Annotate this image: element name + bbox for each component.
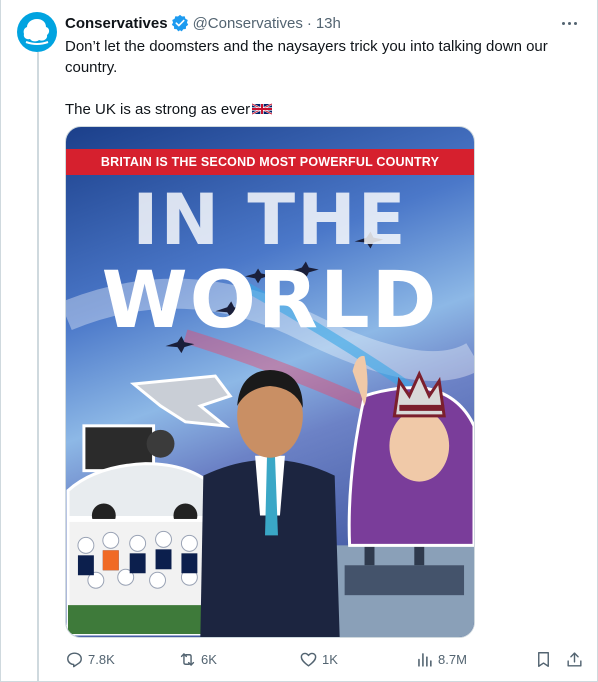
poster-headline-bottom: WORLD	[101, 256, 439, 346]
timestamp[interactable]: 13h	[316, 15, 341, 32]
share-button[interactable]	[565, 650, 584, 674]
bookmark-icon	[538, 652, 549, 667]
repost-button[interactable]: 6K	[178, 650, 217, 669]
bookmark-button[interactable]	[534, 650, 553, 674]
repost-icon	[180, 653, 195, 666]
views-button[interactable]: 8.7M	[415, 650, 467, 669]
poster-banner: BRITAIN IS THE SECOND MOST POWERFUL COUN…	[66, 149, 474, 175]
share-icon	[567, 652, 582, 667]
poster-headline-top: IN THE	[132, 179, 408, 261]
tweet-line-2-text: The UK is as strong as ever	[65, 101, 251, 118]
reply-button[interactable]: 7.8K	[65, 650, 115, 669]
like-icon	[300, 652, 317, 667]
reply-count: 7.8K	[88, 652, 115, 667]
tweet-text: Don’t let the doomsters and the naysayer…	[65, 36, 575, 120]
author-name[interactable]: Conservatives	[65, 15, 168, 32]
tweet-header: Conservatives @Conservatives · 13h	[65, 13, 341, 33]
reply-icon	[67, 652, 82, 668]
like-button[interactable]: 1K	[299, 650, 338, 669]
repost-count: 6K	[201, 652, 217, 667]
more-icon[interactable]	[558, 12, 580, 34]
views-icon	[418, 653, 432, 667]
thread-line	[37, 52, 39, 682]
tweet[interactable]: Conservatives @Conservatives · 13h Don’t…	[0, 0, 598, 682]
avatar[interactable]	[17, 12, 57, 52]
tweet-line-1: Don’t let the doomsters and the naysayer…	[65, 38, 548, 76]
like-count: 1K	[322, 652, 338, 667]
views-count: 8.7M	[438, 652, 467, 667]
action-bar: 7.8K 6K 1K 8.7M	[65, 648, 585, 672]
tweet-image[interactable]: BRITAIN IS THE SECOND MOST POWERFUL COUN…	[65, 126, 475, 638]
uk-flag-icon	[252, 103, 273, 115]
separator-dot: ·	[306, 14, 312, 32]
author-handle[interactable]: @Conservatives	[193, 15, 303, 32]
verified-badge-icon	[171, 14, 189, 32]
tree-logo-icon	[23, 19, 50, 45]
tweet-line-2: The UK is as strong as ever	[65, 99, 575, 120]
